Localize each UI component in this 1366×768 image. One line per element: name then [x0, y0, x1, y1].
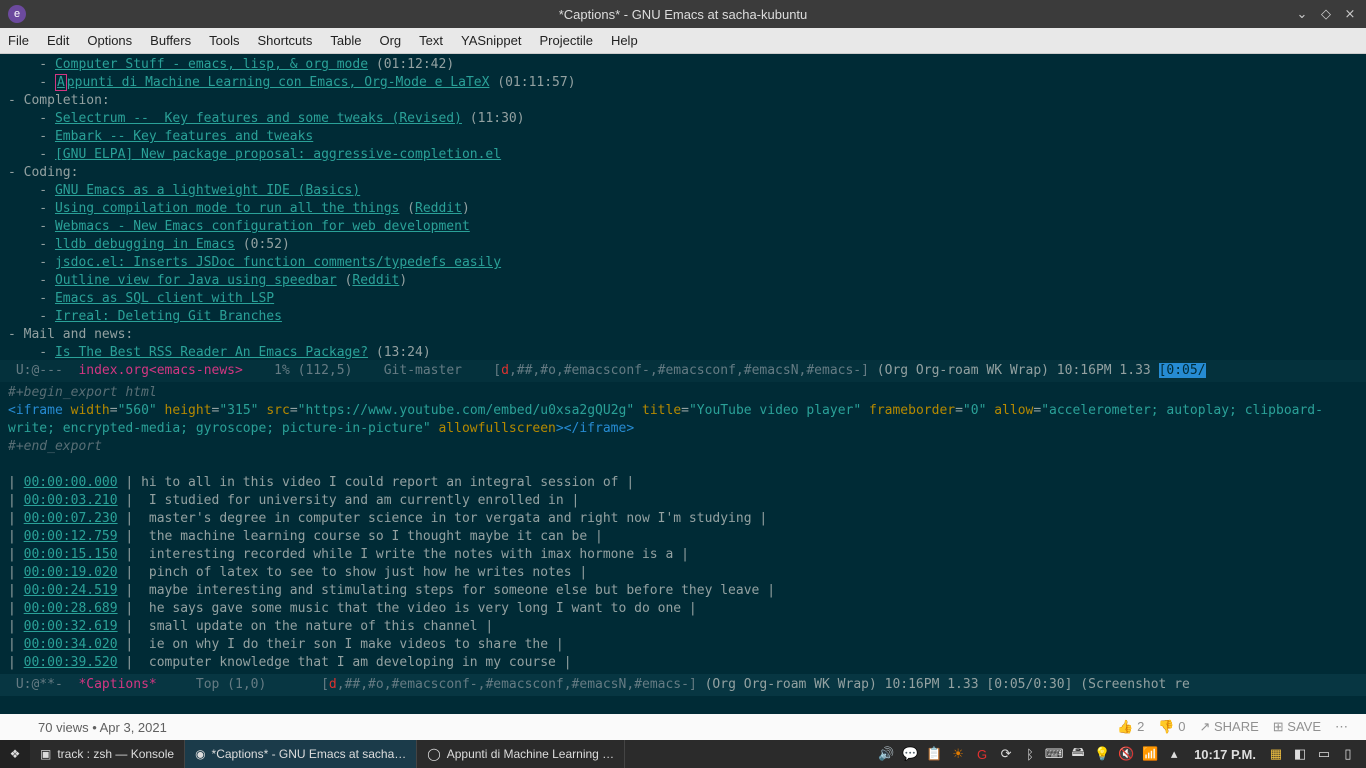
org-link[interactable]: Emacs as SQL client with LSP — [55, 291, 274, 306]
taskbar-task[interactable]: ▣track : zsh — Konsole — [30, 740, 185, 768]
close-icon[interactable]: ⨯ — [1342, 6, 1358, 22]
menu-tools[interactable]: Tools — [209, 33, 239, 48]
video-views: 70 views • Apr 3, 2021 — [38, 720, 167, 735]
menu-edit[interactable]: Edit — [47, 33, 69, 48]
taskbar-task[interactable]: ◯Appunti di Machine Learning … — [417, 740, 625, 768]
like-button[interactable]: 👍 2 — [1117, 719, 1144, 735]
clock[interactable]: 10:17 P.M. — [1190, 747, 1260, 762]
org-link[interactable]: lldb debugging in Emacs — [55, 237, 235, 252]
buffer-captions[interactable]: #+begin_export html<iframe width="560" h… — [0, 382, 1366, 674]
timestamp-link[interactable]: 00:00:19.020 — [24, 565, 118, 580]
org-link[interactable]: Is The Best RSS Reader An Emacs Package? — [55, 345, 368, 360]
note-icon[interactable]: ▦ — [1268, 746, 1284, 762]
org-link[interactable]: Reddit — [415, 201, 462, 216]
emacs-icon: e — [8, 5, 26, 23]
battery-icon[interactable]: ▯ — [1340, 746, 1356, 762]
modeline-bottom: U:@**- *Captions* Top (1,0) [d,##,#o,#em… — [0, 674, 1366, 696]
chat-icon[interactable]: 💬 — [902, 746, 918, 762]
redshift-icon[interactable]: ☀ — [950, 746, 966, 762]
mute-icon[interactable]: 🔇 — [1118, 746, 1134, 762]
maximize-icon[interactable]: ◇ — [1318, 6, 1334, 22]
bluetooth-icon[interactable]: ᛒ — [1022, 746, 1038, 762]
org-link[interactable]: Using compilation mode to run all the th… — [55, 201, 399, 216]
save-button[interactable]: ⊞ SAVE — [1273, 719, 1321, 735]
network-icon[interactable]: ◧ — [1292, 746, 1308, 762]
timestamp-link[interactable]: 00:00:12.759 — [24, 529, 118, 544]
keyboard-icon[interactable]: ⌨ — [1046, 746, 1062, 762]
volume-icon[interactable]: 🔊 — [878, 746, 894, 762]
menu-projectile[interactable]: Projectile — [539, 33, 592, 48]
org-link[interactable]: Computer Stuff - emacs, lisp, & org mode — [55, 57, 368, 72]
timestamp-link[interactable]: 00:00:32.619 — [24, 619, 118, 634]
timestamp-link[interactable]: 00:00:07.230 — [24, 511, 118, 526]
taskbar-task[interactable]: ◉*Captions* - GNU Emacs at sacha… — [185, 740, 417, 768]
timestamp-link[interactable]: 00:00:15.150 — [24, 547, 118, 562]
taskbar: ❖ ▣track : zsh — Konsole◉*Captions* - GN… — [0, 740, 1366, 768]
window-title: *Captions* - GNU Emacs at sacha-kubuntu — [559, 7, 808, 22]
start-button[interactable]: ❖ — [0, 740, 30, 768]
minibuffer[interactable] — [0, 696, 1366, 714]
menu-table[interactable]: Table — [330, 33, 361, 48]
menu-options[interactable]: Options — [87, 33, 132, 48]
org-link[interactable]: GNU Emacs as a lightweight IDE (Basics) — [55, 183, 360, 198]
more-icon[interactable]: ⋯ — [1335, 719, 1348, 735]
window-titlebar: e *Captions* - GNU Emacs at sacha-kubunt… — [0, 0, 1366, 28]
org-link[interactable]: Embark -- Key features and tweaks — [55, 129, 313, 144]
menubar: File Edit Options Buffers Tools Shortcut… — [0, 28, 1366, 54]
timestamp-link[interactable]: 00:00:28.689 — [24, 601, 118, 616]
system-tray: 🔊 💬 📋 ☀ G ⟳ ᛒ ⌨ 🖴 💡 🔇 📶 ▴ 10:17 P.M. ▦ ◧… — [868, 740, 1366, 768]
org-link[interactable]: Irreal: Deleting Git Branches — [55, 309, 282, 324]
timestamp-link[interactable]: 00:00:03.210 — [24, 493, 118, 508]
minimize-icon[interactable]: ⌄ — [1294, 6, 1310, 22]
sync-icon[interactable]: G — [974, 746, 990, 762]
modeline-top: U:@--- index.org<emacs-news> 1% (112,5) … — [0, 360, 1366, 382]
timestamp-link[interactable]: 00:00:00.000 — [24, 475, 118, 490]
menu-org[interactable]: Org — [379, 33, 401, 48]
desktop-icon[interactable]: ▭ — [1316, 746, 1332, 762]
clipboard-icon[interactable]: 📋 — [926, 746, 942, 762]
timestamp-link[interactable]: 00:00:39.520 — [24, 655, 118, 670]
chevron-up-icon[interactable]: ▴ — [1166, 746, 1182, 762]
disk-icon[interactable]: 🖴 — [1070, 746, 1086, 762]
org-link[interactable]: Reddit — [352, 273, 399, 288]
bulb-icon[interactable]: 💡 — [1094, 746, 1110, 762]
org-link[interactable]: jsdoc.el: Inserts JSDoc function comment… — [55, 255, 501, 270]
buffer-index-org[interactable]: - Computer Stuff - emacs, lisp, & org mo… — [0, 54, 1366, 360]
org-link[interactable]: Webmacs - New Emacs configuration for we… — [55, 219, 470, 234]
share-button[interactable]: ↗ SHARE — [1199, 719, 1258, 735]
menu-buffers[interactable]: Buffers — [150, 33, 191, 48]
timestamp-link[interactable]: 00:00:24.519 — [24, 583, 118, 598]
window-controls: ⌄ ◇ ⨯ — [1294, 6, 1358, 22]
org-link[interactable]: [GNU ELPA] New package proposal: aggress… — [55, 147, 501, 162]
update-icon[interactable]: ⟳ — [998, 746, 1014, 762]
browser-video-bar: 70 views • Apr 3, 2021 👍 2 👎 0 ↗ SHARE ⊞… — [0, 714, 1366, 740]
menu-yasnippet[interactable]: YASnippet — [461, 33, 521, 48]
org-link[interactable]: Outline view for Java using speedbar — [55, 273, 337, 288]
org-link[interactable]: Selectrum -- Key features and some tweak… — [55, 111, 462, 126]
wifi-icon[interactable]: 📶 — [1142, 746, 1158, 762]
timestamp-link[interactable]: 00:00:34.020 — [24, 637, 118, 652]
menu-text[interactable]: Text — [419, 33, 443, 48]
menu-shortcuts[interactable]: Shortcuts — [257, 33, 312, 48]
dislike-button[interactable]: 👎 0 — [1158, 719, 1185, 735]
menu-help[interactable]: Help — [611, 33, 638, 48]
editor-area: - Computer Stuff - emacs, lisp, & org mo… — [0, 54, 1366, 714]
menu-file[interactable]: File — [8, 33, 29, 48]
